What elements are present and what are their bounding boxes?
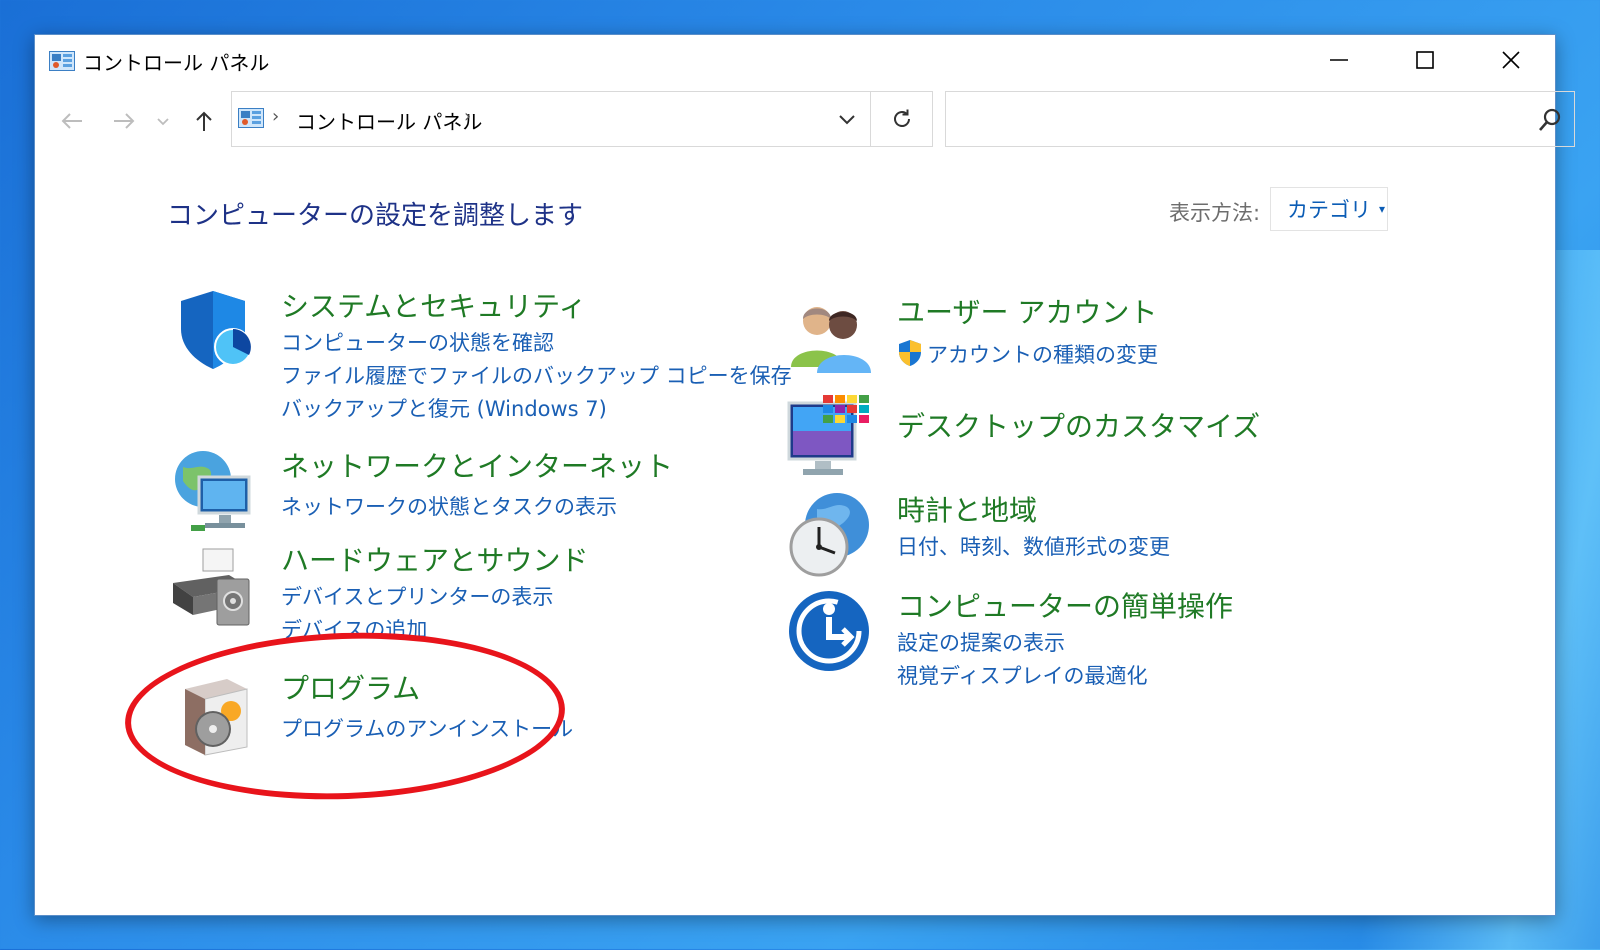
close-button[interactable] [1471,35,1551,85]
users-icon [791,307,871,373]
search-input[interactable] [954,102,1518,138]
arrow-up-icon [196,111,212,131]
view-by-label: 表示方法: [1169,201,1261,225]
arrow-left-icon [61,113,82,129]
link-change-account-type[interactable]: アカウントの種類の変更 [927,339,1158,369]
link-optimize-display[interactable]: 視覚ディスプレイの最適化 [897,660,1148,690]
view-by-dropdown[interactable]: カテゴリ ▾ [1270,187,1388,231]
close-icon [1502,51,1520,69]
link-network-status[interactable]: ネットワークの状態とタスクの表示 [281,491,617,521]
refresh-icon [893,109,910,127]
ease-of-access-icon [789,591,869,671]
maximize-icon [1416,51,1434,69]
category-title-desktop[interactable]: デスクトップのカスタマイズ [897,405,1260,445]
chevron-down-icon [157,118,169,126]
arrow-right-icon [114,113,135,129]
control-panel-icon [49,51,75,71]
view-by-value[interactable]: カテゴリ [1287,194,1371,224]
uac-shield-icon [899,340,921,366]
page-title: コンピューターの設定を調整します [167,201,584,231]
refresh-button[interactable] [871,91,933,147]
address-bar[interactable]: › コントロール パネル › [231,91,871,147]
link-suggested-settings[interactable]: 設定の提案の表示 [897,627,1065,657]
breadcrumb-separator[interactable]: › [272,106,279,127]
category-title-users[interactable]: ユーザー アカウント [897,291,1157,331]
back-button[interactable] [55,105,89,137]
link-backup-restore[interactable]: バックアップと復元 (Windows 7) [281,393,607,423]
forward-button[interactable] [107,105,141,137]
printer-speaker-icon [173,548,250,626]
highlight-annotation-ellipse [122,625,568,807]
control-panel-window: コントロール パネル › コントロール パネル › コンピューターの設定を調整し… [34,34,1575,916]
navigation-bar: › コントロール パネル › [35,91,1575,151]
shield-pie-icon [181,291,252,369]
breadcrumb-control-panel[interactable]: コントロール パネル [296,106,482,135]
network-globe-icon [175,451,251,531]
title-bar: コントロール パネル [35,35,1555,85]
chevron-down-icon [839,115,855,125]
minimize-button[interactable] [1299,35,1379,85]
address-dropdown-button[interactable] [832,104,862,134]
minimize-icon [1330,59,1348,61]
control-panel-icon [238,108,264,128]
recent-locations-button[interactable] [151,105,175,137]
desktop-monitor-icon [787,395,869,475]
search-icon[interactable] [1536,106,1564,134]
link-devices-printers[interactable]: デバイスとプリンターの表示 [281,581,553,611]
category-title-system[interactable]: システムとセキュリティ [281,285,586,325]
caret-down-icon: ▾ [1379,202,1386,216]
breadcrumb-separator[interactable]: › [464,106,471,127]
category-title-ease[interactable]: コンピューターの簡単操作 [897,585,1233,625]
category-title-clock[interactable]: 時計と地域 [897,489,1037,529]
search-box[interactable] [945,91,1575,147]
category-title-hardware[interactable]: ハードウェアとサウンド [281,539,588,579]
maximize-button[interactable] [1385,35,1465,85]
link-file-history[interactable]: ファイル履歴でファイルのバックアップ コピーを保存 [281,360,792,390]
up-button[interactable] [187,105,221,137]
clock-globe-icon [789,493,869,577]
category-title-network[interactable]: ネットワークとインターネット [281,445,673,485]
link-date-time-format[interactable]: 日付、時刻、数値形式の変更 [897,531,1170,561]
link-check-status[interactable]: コンピューターの状態を確認 [281,327,554,357]
window-title: コントロール パネル [83,51,270,75]
